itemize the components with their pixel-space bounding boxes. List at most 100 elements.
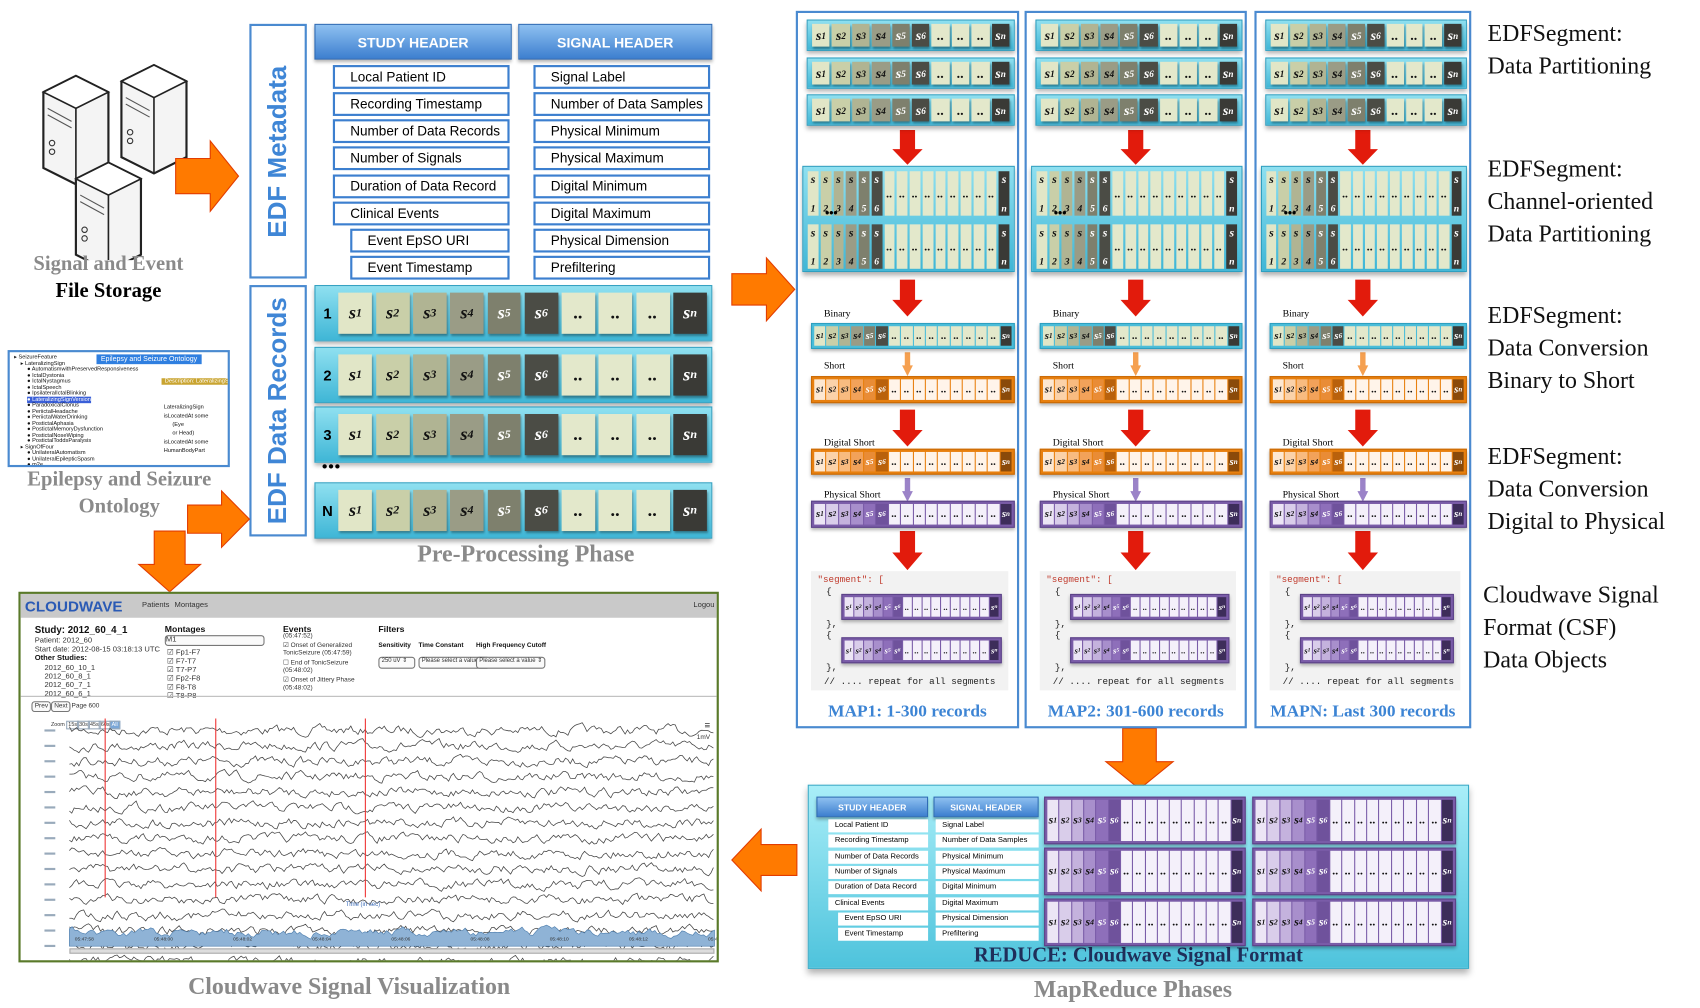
reduce-title: REDUCE: Cloudwave Signal Format bbox=[973, 943, 1303, 967]
signal-cell: .. bbox=[951, 597, 960, 617]
signal-cell: s4 bbox=[1292, 799, 1305, 842]
signal-cell: .. bbox=[925, 503, 938, 525]
signal-cell: s4 bbox=[1100, 61, 1119, 85]
signal-cell: .. bbox=[1368, 503, 1380, 525]
signal-cell: .. bbox=[1190, 326, 1203, 346]
signal-cell: s6 bbox=[1367, 23, 1385, 47]
signal-cell: .. bbox=[1354, 799, 1367, 842]
signal-header-title: SIGNAL HEADER bbox=[933, 796, 1039, 818]
cloudwave-caption: Cloudwave Signal Visualization bbox=[188, 972, 511, 1000]
signal-cell: .. bbox=[1429, 850, 1441, 892]
signal-cell: .. bbox=[970, 597, 980, 617]
signal-cell: sn bbox=[1000, 503, 1012, 525]
signal-cell: .. bbox=[1157, 850, 1169, 892]
channel-label bbox=[44, 744, 56, 747]
signal-cell: sn bbox=[1441, 901, 1453, 943]
navigator-tick: 05:48:04 bbox=[312, 936, 332, 942]
signal-cell: .. bbox=[1219, 799, 1231, 842]
signal-cell: s1 bbox=[1043, 451, 1055, 472]
channel-cell: .. bbox=[1352, 224, 1363, 269]
signal-cell: .. bbox=[561, 490, 596, 531]
channel-label bbox=[44, 852, 56, 855]
signal-cell: .. bbox=[925, 379, 938, 400]
signal-cell: .. bbox=[1215, 503, 1227, 525]
signal-cell: .. bbox=[1380, 379, 1392, 400]
channel-cell: .. bbox=[1414, 224, 1425, 269]
eeg-channel-trace bbox=[69, 753, 714, 769]
signal-cell: .. bbox=[1416, 850, 1429, 892]
signal-cell: s5 bbox=[1340, 597, 1349, 617]
signal-field: Number of Data Samples bbox=[533, 92, 711, 116]
signal-cell: s3 bbox=[839, 326, 851, 346]
signal-cell: .. bbox=[913, 503, 925, 525]
signal-cell: .. bbox=[951, 23, 970, 47]
signal-cell: .. bbox=[1368, 640, 1377, 661]
signal-cell: .. bbox=[1358, 597, 1368, 617]
navigator-scrollbar[interactable] bbox=[69, 948, 715, 954]
channel-label bbox=[44, 929, 56, 932]
signal-cell: s4 bbox=[1328, 98, 1346, 122]
signal-cell: .. bbox=[963, 326, 975, 346]
signal-cell: s3 bbox=[1092, 597, 1102, 617]
channel-cell: .. bbox=[960, 224, 972, 269]
signal-cell: s6 bbox=[1108, 850, 1120, 892]
signal-cell: sn bbox=[1231, 901, 1243, 943]
signal-cell: s2 bbox=[832, 23, 850, 47]
signal-cell: .. bbox=[1133, 799, 1145, 842]
signal-cell: .. bbox=[960, 597, 970, 617]
signal-cell: s3 bbox=[1067, 326, 1079, 346]
signal-cell: s2 bbox=[1284, 451, 1296, 472]
channel-cell: .. bbox=[1125, 224, 1136, 269]
channel-cell: .. bbox=[909, 224, 921, 269]
channel-cell: .. bbox=[1426, 224, 1437, 269]
signal-cell: s6 bbox=[911, 98, 930, 122]
signal-cell: s5 bbox=[487, 414, 521, 455]
signal-cell: .. bbox=[1203, 379, 1215, 400]
orange-segment-row: s 1 s 2 s 3 s 4 s 5 s 6.................. s n bbox=[810, 448, 1015, 475]
json-key: "segment": [ bbox=[1046, 574, 1113, 586]
signal-cell: s5 bbox=[863, 326, 876, 346]
channel-cell: .. bbox=[1377, 224, 1388, 269]
channel-cell: .. bbox=[935, 171, 946, 216]
signal-cell: s5 bbox=[1096, 799, 1108, 842]
channel-cell: s4 bbox=[1074, 224, 1086, 269]
signal-cell: s4 bbox=[1331, 597, 1340, 617]
signal-cell: sn bbox=[1452, 379, 1464, 400]
channel-cell: .. bbox=[973, 171, 984, 216]
signal-cell: s1 bbox=[338, 292, 373, 334]
signal-cell: .. bbox=[1178, 503, 1190, 525]
channel-cell: .. bbox=[1340, 224, 1351, 269]
signal-cell: sn bbox=[1000, 326, 1012, 346]
signal-cell: .. bbox=[987, 451, 1000, 472]
signal-cell: s2 bbox=[1289, 61, 1308, 85]
signal-cell: .. bbox=[922, 597, 931, 617]
signal-cell: s6 bbox=[876, 503, 888, 525]
signal-cell: sn bbox=[989, 640, 999, 661]
channel-cell: s6 bbox=[1328, 224, 1339, 269]
signal-cell: .. bbox=[1416, 503, 1428, 525]
signal-cell: s4 bbox=[1308, 451, 1320, 472]
signal-cell: .. bbox=[1150, 640, 1159, 661]
channel-cell: s1 bbox=[1036, 224, 1047, 269]
channel-label bbox=[44, 821, 56, 824]
signal-cell: .. bbox=[1425, 61, 1443, 85]
architecture-diagram: Signal and Event File Storage ▸ SeizureF… bbox=[0, 0, 1700, 1008]
signal-cell: .. bbox=[1153, 451, 1166, 472]
purple-segment-row: s 1 s 2 s 3 s 4 s 5 s 6.................. s n bbox=[841, 593, 1002, 620]
signal-cell: s5 bbox=[1320, 379, 1332, 400]
signal-cell: .. bbox=[1206, 850, 1218, 892]
signal-cell: .. bbox=[912, 640, 922, 661]
channel-cell: .. bbox=[909, 171, 921, 216]
channel-label bbox=[44, 837, 56, 840]
signal-cell: .. bbox=[913, 451, 925, 472]
signal-cell: .. bbox=[1405, 61, 1423, 85]
signal-cell: s5 bbox=[863, 451, 876, 472]
signal-cell: s4 bbox=[873, 640, 883, 661]
study-field: Number of Signals bbox=[828, 865, 929, 879]
signal-cell: s4 bbox=[1292, 850, 1305, 892]
signal-cell: .. bbox=[1433, 640, 1442, 661]
signal-cell: s1 bbox=[814, 451, 826, 472]
signal-cell: .. bbox=[931, 61, 950, 85]
signal-cell: .. bbox=[1153, 326, 1166, 346]
channel-cell: s6 bbox=[871, 224, 882, 269]
